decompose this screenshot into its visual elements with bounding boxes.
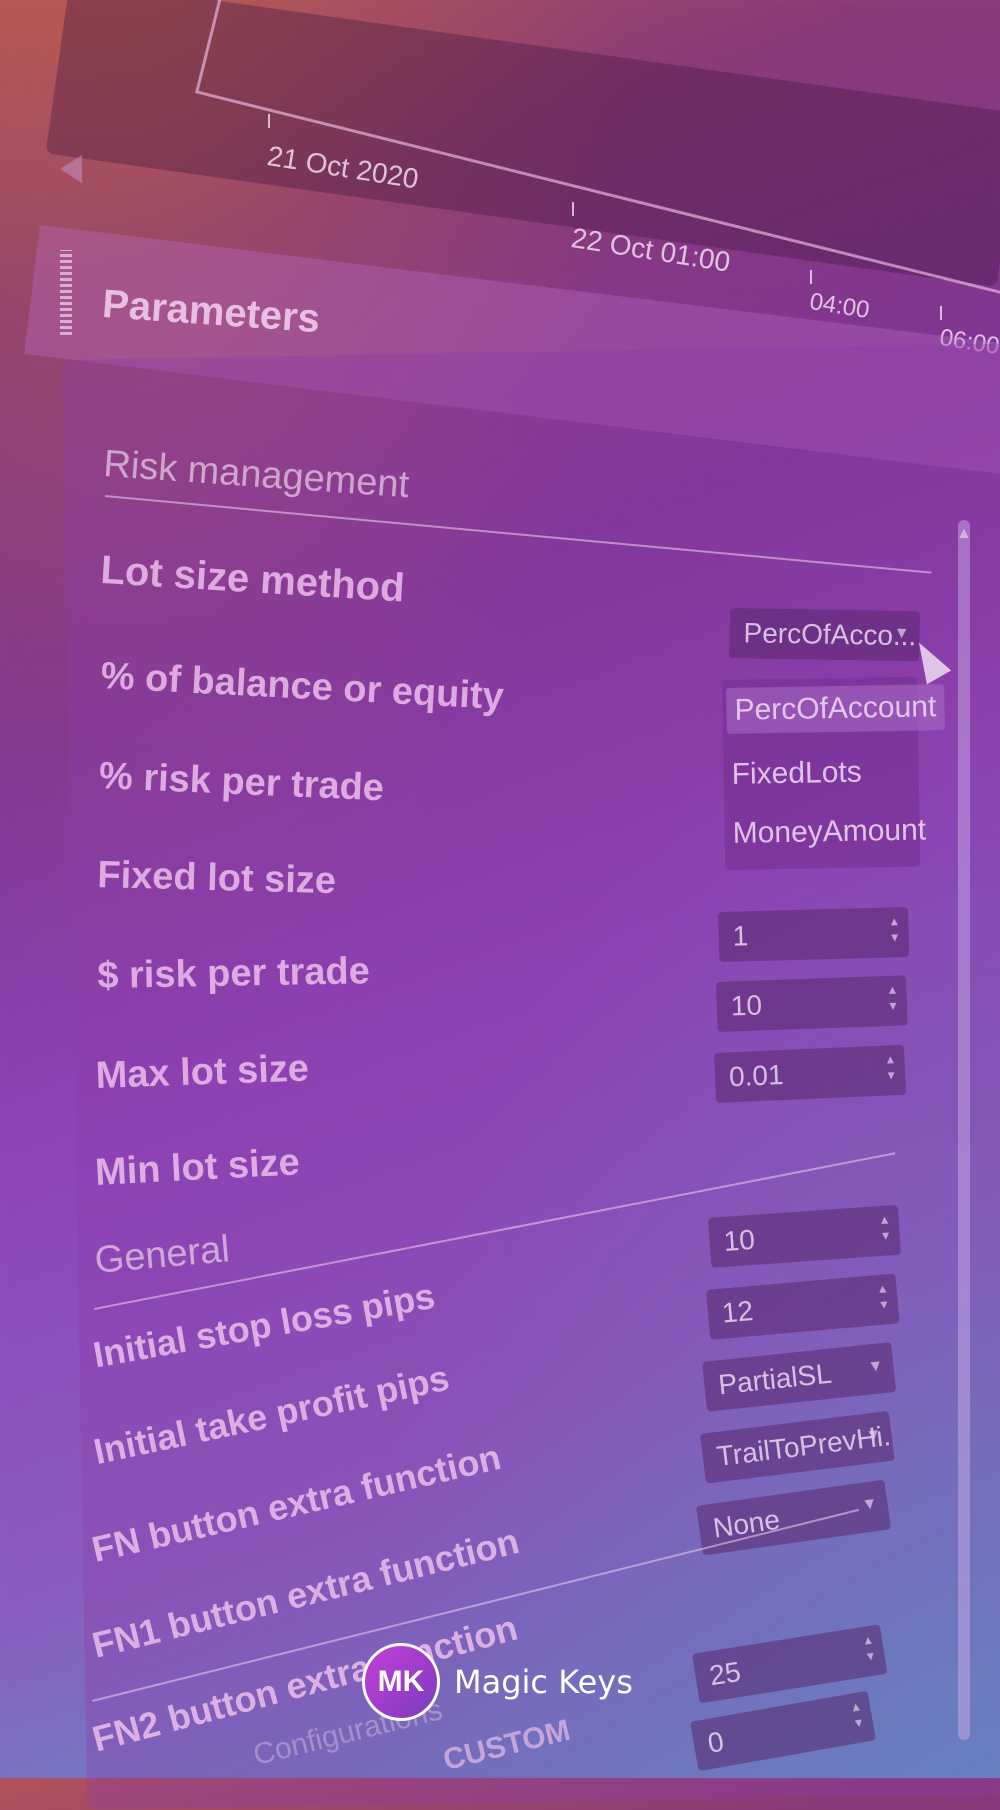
lot-size-method-dropdown: PercOfAccount FixedLots MoneyAmount [722,676,945,870]
brand-name: Magic Keys [454,1663,633,1701]
spinner-arrows-icon[interactable]: ▲ ▼ [888,913,901,951]
max-lot-value: 10 [730,989,763,1022]
spinner-arrows-icon[interactable]: ▲ ▼ [876,1280,891,1319]
brand-badge: MK [362,1643,440,1721]
chevron-down-icon: ▼ [864,1425,883,1445]
spinner-arrows-icon[interactable]: ▲ ▼ [878,1211,893,1250]
scroll-up-icon[interactable]: ▲ [956,525,972,543]
panel-scrollbar[interactable] [958,520,970,1740]
chevron-down-icon: ▼ [860,1494,879,1514]
max-lot-input[interactable]: 10 ▲ ▼ [716,975,908,1032]
spinner-arrows-icon[interactable]: ▲ ▼ [849,1698,867,1738]
dropdown-option-perc-of-account[interactable]: PercOfAccount [726,684,945,734]
dropdown-option-money-amount[interactable]: MoneyAmount [732,813,926,850]
x-tick-mark [572,202,574,216]
label-fixed-lot: Fixed lot size [96,854,337,903]
lot-size-method-value: PercOfAcco... [743,617,917,652]
initial-tp-value: 12 [720,1295,755,1329]
x-tick-mark [268,114,270,128]
chevron-down-icon: ▼ [893,624,910,643]
brand-logo: MK Magic Keys [362,1643,633,1721]
spinner-arrows-icon[interactable]: ▲ ▼ [886,982,899,1020]
min-lot-input[interactable]: 0.01 ▲ ▼ [714,1044,907,1103]
min-lot-value: 0.01 [728,1059,785,1093]
label-max-lot: Max lot size [95,1047,310,1097]
spinner-arrows-icon[interactable]: ▲ ▼ [861,1631,879,1670]
dropdown-option-fixed-lots[interactable]: FixedLots [731,756,862,792]
spinner-arrows-icon[interactable]: ▲ ▼ [884,1051,898,1089]
config-value-1: 25 [707,1655,743,1692]
dollar-risk-input[interactable]: 1 ▲ ▼ [718,907,910,962]
x-tick-mark [940,306,942,320]
fn-value: PartialSL [716,1357,834,1401]
x-tick-mark [810,270,812,284]
lot-size-method-select[interactable]: PercOfAcco... ▼ [729,608,920,662]
dollar-risk-value: 1 [732,920,749,952]
drag-handle-icon[interactable] [60,250,72,335]
initial-sl-value: 10 [722,1223,756,1257]
label-dollar-risk: $ risk per trade [97,950,371,997]
scroll-left-icon[interactable] [60,155,82,183]
chevron-down-icon: ▼ [866,1357,885,1376]
config-value-2: 0 [705,1725,727,1759]
